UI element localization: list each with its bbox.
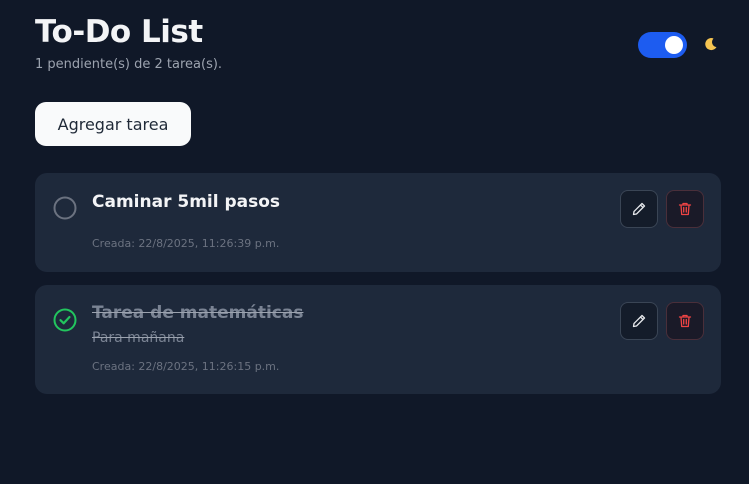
task-card: Caminar 5mil pasos Creada: 22/8/2025, 11… (35, 173, 721, 272)
task-created-date: Creada: 22/8/2025, 11:26:39 p.m. (92, 237, 280, 250)
task-title: Caminar 5mil pasos (92, 192, 281, 212)
delete-button[interactable] (666, 190, 704, 228)
pencil-icon (632, 202, 646, 216)
theme-toggle[interactable] (638, 32, 687, 58)
moon-icon (705, 38, 717, 51)
edit-button[interactable] (620, 190, 658, 228)
pencil-icon (632, 314, 646, 328)
edit-button[interactable] (620, 302, 658, 340)
toggle-knob (665, 36, 683, 54)
check-circle-icon[interactable] (53, 308, 77, 332)
task-created-date: Creada: 22/8/2025, 11:26:15 p.m. (92, 360, 280, 373)
task-card: Tarea de matemáticas Para mañana Creada:… (35, 285, 721, 394)
page-title: To-Do List (35, 14, 203, 50)
add-task-button[interactable]: Agregar tarea (35, 102, 191, 146)
delete-button[interactable] (666, 302, 704, 340)
pending-count: 1 pendiente(s) de 2 tarea(s). (35, 57, 223, 72)
todo-app: To-Do List 1 pendiente(s) de 2 tarea(s).… (0, 0, 749, 484)
task-title: Tarea de matemáticas (92, 303, 304, 323)
trash-icon (678, 314, 692, 328)
trash-icon (678, 202, 692, 216)
incomplete-circle-icon[interactable] (53, 196, 77, 220)
task-description: Para mañana (92, 330, 185, 346)
